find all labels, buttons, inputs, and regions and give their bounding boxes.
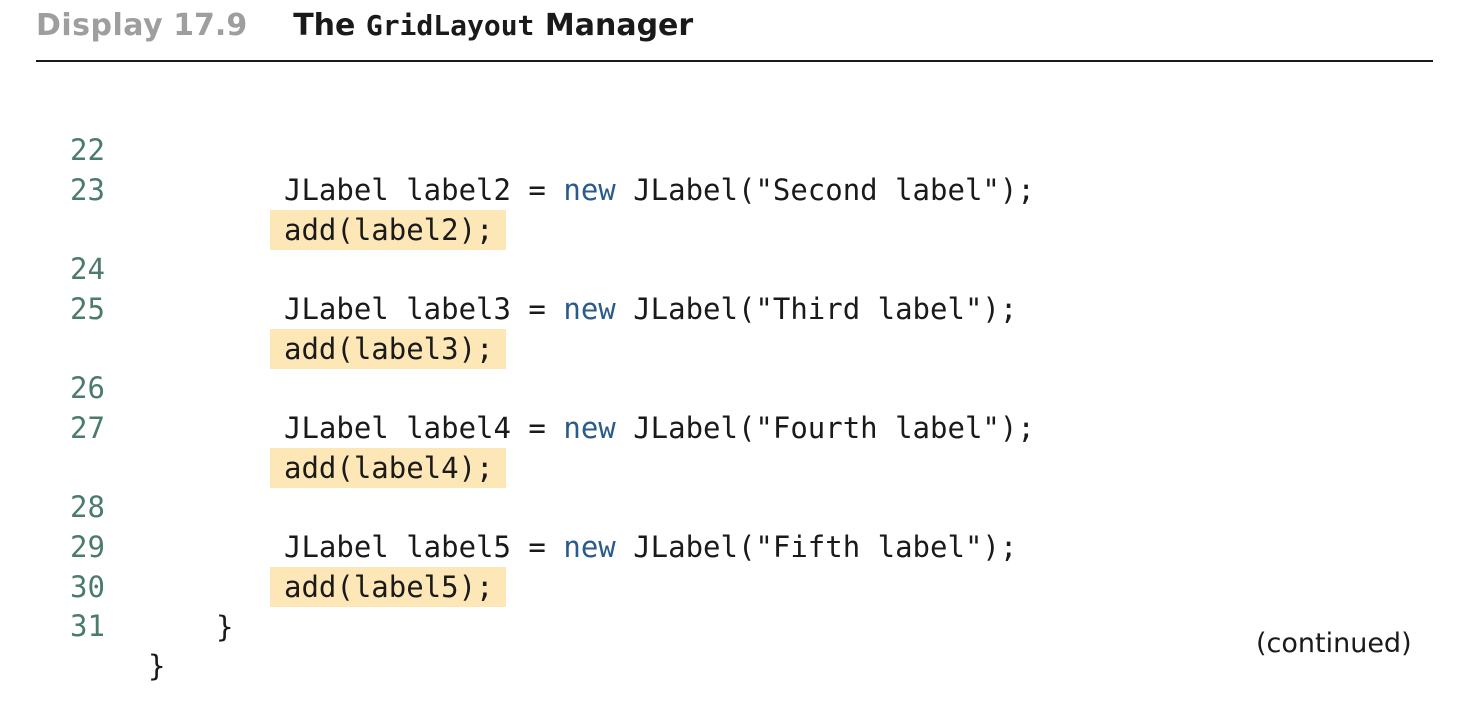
code-segment: JLabel label4 = xyxy=(284,411,564,445)
highlighted-statement: add(label4); xyxy=(270,448,506,488)
display-number: 17.9 xyxy=(173,8,248,43)
keyword-new: new xyxy=(563,292,616,326)
code-line: 24 JLabel label3 = new JLabel("Third lab… xyxy=(0,209,1017,326)
continued-note: (continued) xyxy=(1256,628,1412,659)
title-class-name: GridLayout xyxy=(365,9,535,42)
highlighted-statement: add(label2); xyxy=(270,210,506,250)
code-line: 30 } xyxy=(0,527,233,644)
code-line: 26 JLabel label4 = new JLabel("Fourth la… xyxy=(0,328,1035,445)
code-text: add(label5); xyxy=(270,567,506,607)
line-number: 22 xyxy=(70,133,105,167)
keyword-new: new xyxy=(563,530,616,564)
code-text: JLabel label5 = new JLabel("Fifth label"… xyxy=(284,527,1017,567)
code-text: add(label4); xyxy=(270,448,506,488)
line-number: 29 xyxy=(70,530,105,564)
code-line: 31 } xyxy=(0,566,165,683)
line-number: 30 xyxy=(70,570,105,604)
code-segment: JLabel label3 = xyxy=(284,292,564,326)
code-line: 23 add(label2); xyxy=(0,130,506,250)
code-line: 29 add(label5); xyxy=(0,487,506,607)
code-segment: JLabel("Third label"); xyxy=(615,292,1018,326)
line-number: 31 xyxy=(70,609,105,643)
line-number: 27 xyxy=(70,411,105,445)
code-text: JLabel label2 = new JLabel("Second label… xyxy=(284,170,1035,210)
code-text: add(label2); xyxy=(270,210,506,250)
code-text: JLabel label4 = new JLabel("Fourth label… xyxy=(284,408,1035,448)
line-number: 25 xyxy=(70,292,105,326)
code-line: 27 add(label4); xyxy=(0,368,506,488)
code-line: 25 add(label3); xyxy=(0,249,506,369)
display-label: Display xyxy=(36,8,164,43)
code-text: add(label3); xyxy=(270,329,506,369)
line-number: 23 xyxy=(70,173,105,207)
code-line: 22 JLabel label2 = new JLabel("Second la… xyxy=(0,90,1035,207)
closing-brace: } xyxy=(148,649,166,683)
title-suffix: Manager xyxy=(544,8,694,43)
code-segment: JLabel label5 = xyxy=(284,530,564,564)
code-text: JLabel label3 = new JLabel("Third label"… xyxy=(284,289,1017,329)
highlighted-statement: add(label5); xyxy=(270,567,506,607)
line-number: 28 xyxy=(70,490,105,524)
code-segment: JLabel("Fourth label"); xyxy=(615,411,1035,445)
header-rule xyxy=(36,60,1433,62)
keyword-new: new xyxy=(563,411,616,445)
display-title: The GridLayout Manager xyxy=(293,8,693,43)
code-line: 28 JLabel label5 = new JLabel("Fifth lab… xyxy=(0,447,1017,564)
code-segment: JLabel("Fifth label"); xyxy=(615,530,1018,564)
closing-brace: } xyxy=(216,610,234,644)
display-header: Display 17.9 The GridLayout Manager xyxy=(36,8,693,56)
keyword-new: new xyxy=(563,173,616,207)
highlighted-statement: add(label3); xyxy=(270,329,506,369)
code-segment: JLabel("Second label"); xyxy=(615,173,1035,207)
line-number: 24 xyxy=(70,252,105,286)
line-number: 26 xyxy=(70,371,105,405)
code-segment: JLabel label2 = xyxy=(284,173,564,207)
title-prefix: The xyxy=(293,8,356,43)
